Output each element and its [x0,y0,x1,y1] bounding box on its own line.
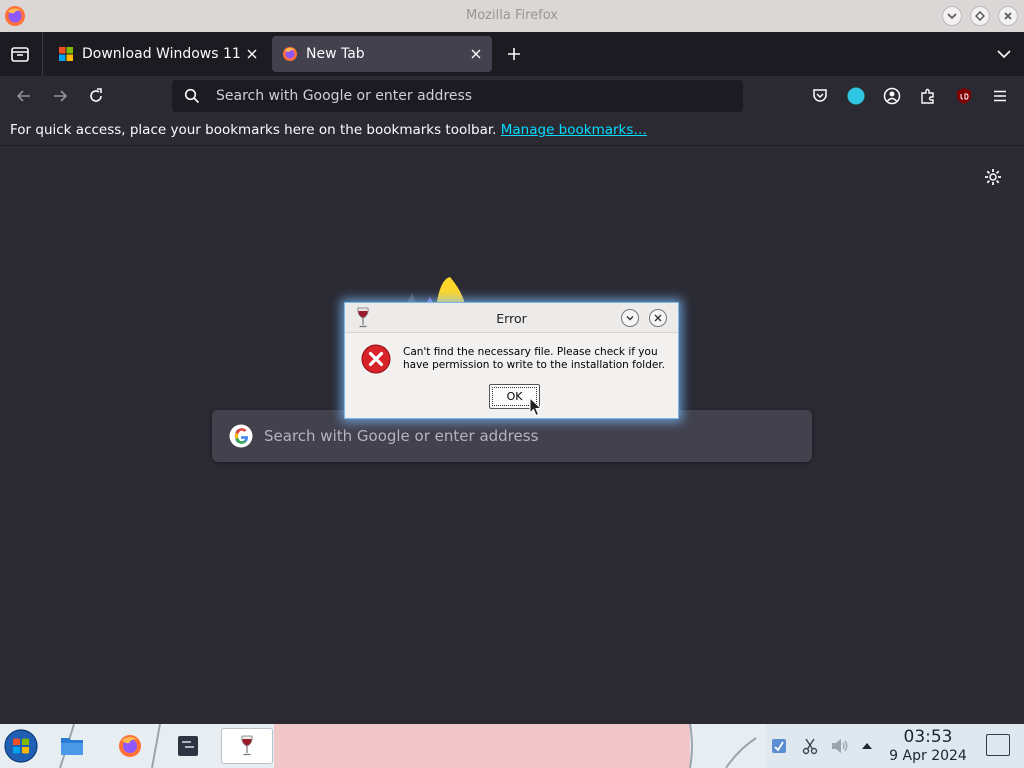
tab-close-button[interactable] [242,44,262,64]
updates-icon [772,739,786,753]
list-all-tabs-chevron-icon[interactable] [994,44,1014,64]
tab-label: New Tab [306,46,365,62]
pocket-button[interactable] [810,86,830,106]
file-manager-icon [61,738,83,755]
bookmarks-message: For quick access, place your bookmarks h… [10,122,497,138]
close-icon [247,49,257,59]
dialog-close-button[interactable] [649,309,667,327]
url-bar[interactable] [172,80,743,112]
firefox-icon [119,735,141,757]
google-logo-icon [229,424,253,448]
clock[interactable]: 03:53 9 Apr 2024 [880,728,976,765]
tray-volume[interactable] [830,736,850,756]
taskbar-file-manager[interactable] [54,728,90,764]
firefox-view-tab-icon[interactable] [9,43,31,65]
tray-updates[interactable] [769,736,789,756]
clock-date: 9 Apr 2024 [889,748,967,764]
clipboard-icon [802,738,818,755]
maximize-icon [975,11,985,21]
taskbar: 03:53 9 Apr 2024 [0,724,1024,768]
reload-icon [90,88,102,102]
extensions-icon [921,88,934,104]
tab-new-tab[interactable]: New Tab [272,36,492,72]
tray-expand-icon [862,743,872,749]
tray-clipboard[interactable] [800,736,820,756]
tab-close-button[interactable] [466,44,486,64]
extensions-button[interactable] [918,86,938,106]
clock-time: 03:53 [903,727,953,747]
close-icon [1004,12,1012,20]
account-icon [883,87,901,105]
back-button[interactable] [14,86,34,106]
reload-button[interactable] [86,86,106,106]
windows-logo-icon [59,47,73,61]
dialog-message: Can't find the necessary file. Please ch… [403,346,666,371]
maximize-button[interactable] [970,6,990,26]
wallpaper-branch-decoration [689,724,757,768]
ublock-icon [957,88,971,104]
window-title: Mozilla Firefox [466,8,558,23]
new-tab-plus-icon[interactable] [504,44,524,64]
start-icon[interactable] [4,729,38,763]
wine-icon [241,735,253,756]
minimize-icon [947,13,957,20]
window-titlebar: Mozilla Firefox [0,0,1024,32]
manage-bookmarks-link[interactable]: Manage bookmarks… [501,122,647,138]
firefox-icon [283,47,297,61]
tab-strip: Download Windows 11 New Tab [0,32,1024,76]
forward-button[interactable] [50,86,70,106]
mouse-cursor-icon [529,397,542,417]
close-window-button[interactable] [998,6,1018,26]
minimize-button[interactable] [942,6,962,26]
navigation-toolbar [0,76,1024,116]
tray-expand-button[interactable] [857,736,877,756]
bookmarks-message-line: For quick access, place your bookmarks h… [10,122,647,138]
app-menu-button[interactable] [990,86,1010,106]
bookmarks-toolbar: For quick access, place your bookmarks h… [0,116,1024,146]
url-input[interactable] [216,80,716,112]
volume-icon [832,739,848,753]
ublock-button[interactable] [954,86,974,106]
close-icon [654,314,662,322]
pocket-icon [813,89,827,102]
show-desktop-button[interactable] [986,734,1010,756]
tab-download-windows[interactable]: Download Windows 11 [48,36,268,72]
new-tab-page [0,147,1024,724]
dialog-minimize-button[interactable] [621,309,639,327]
search-icon [184,88,200,104]
tab-label: Download Windows 11 [82,46,241,62]
chevron-down-icon [626,316,634,321]
menu-icon [994,90,1006,102]
taskbar-terminal[interactable] [170,728,206,764]
error-icon [361,344,391,374]
taskbar-firefox[interactable] [112,728,148,764]
close-icon [471,49,481,59]
error-dialog: Error Can't find the necessary file. Ple… [344,302,679,419]
firefox-view-icon [847,87,865,105]
tab-separator [42,32,43,76]
taskbar-wallpaper-area [274,724,690,768]
dialog-titlebar: Error [345,303,678,333]
taskbar-wine-app[interactable] [221,728,273,764]
firefox-view-button[interactable] [846,86,866,106]
terminal-icon [178,736,198,756]
gear-icon[interactable] [983,167,1003,187]
forward-icon [54,90,68,102]
account-button[interactable] [882,86,902,106]
back-icon [16,90,30,102]
